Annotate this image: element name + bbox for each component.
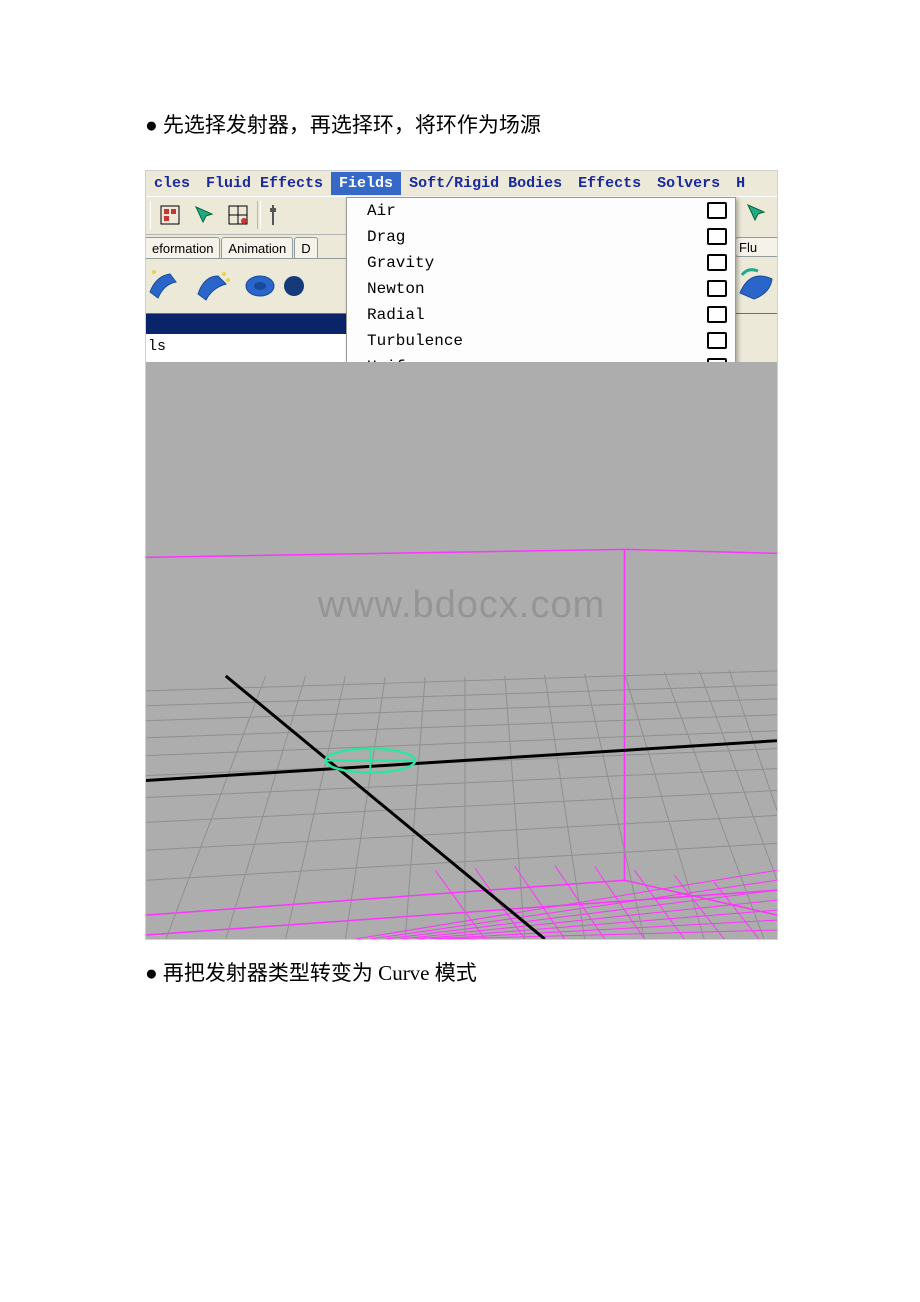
shelf-tabs: eformation Animation D bbox=[146, 235, 346, 259]
menu-item-h[interactable]: H bbox=[728, 172, 753, 195]
goal-shelf-icon[interactable] bbox=[284, 264, 314, 308]
option-box-icon[interactable] bbox=[709, 256, 725, 269]
force-shelf-icon[interactable] bbox=[238, 264, 282, 308]
settings-tool-icon[interactable] bbox=[265, 200, 281, 230]
menu-item-label: Drag bbox=[367, 228, 405, 246]
menu-bar: clesFluid EffectsFieldsSoft/Rigid Bodies… bbox=[146, 171, 777, 197]
fields-menu-item-radial[interactable]: Radial bbox=[347, 302, 735, 328]
instruction-bullet-1: ● 先选择发射器，再选择环，将环作为场源 bbox=[145, 110, 775, 142]
tab-fluids[interactable]: Flu bbox=[735, 237, 777, 257]
command-feedback-area: ls bbox=[146, 334, 346, 362]
menu-item-label: Air bbox=[367, 202, 396, 220]
menu-item-label: Turbulence bbox=[367, 332, 463, 350]
viewport-grid bbox=[146, 362, 777, 939]
toolbar-separator bbox=[150, 201, 151, 229]
menu-item-label: Radial bbox=[367, 306, 425, 324]
watermark-text: www.bdocx.com bbox=[146, 584, 777, 627]
menu-item-solvers[interactable]: Solvers bbox=[649, 172, 728, 195]
emitter2-shelf-icon[interactable] bbox=[192, 264, 236, 308]
viewport-3d[interactable]: www.bdocx.com bbox=[146, 362, 777, 939]
tab-cut-right[interactable]: D bbox=[294, 237, 317, 258]
menu-item-cles[interactable]: cles bbox=[146, 172, 198, 195]
menu-item-fields[interactable]: Fields bbox=[331, 172, 401, 195]
shelf-bar bbox=[146, 259, 346, 314]
selection-header-strip bbox=[146, 314, 346, 334]
option-box-icon[interactable] bbox=[709, 308, 725, 321]
right-toolbar-strip: Flu bbox=[734, 197, 777, 362]
instruction-bullet-2: ● 再把发射器类型转变为 Curve 模式 bbox=[145, 958, 775, 990]
menu-item-fluid-effects[interactable]: Fluid Effects bbox=[198, 172, 331, 195]
emitter-shelf-icon[interactable] bbox=[146, 264, 190, 308]
menu-item-label: Newton bbox=[367, 280, 425, 298]
menu-item-label: Gravity bbox=[367, 254, 434, 272]
option-box-icon[interactable] bbox=[709, 334, 725, 347]
option-box-icon[interactable] bbox=[709, 230, 725, 243]
menu-item-effects[interactable]: Effects bbox=[570, 172, 649, 195]
fluid-shelf-icon[interactable] bbox=[736, 263, 776, 308]
option-box-icon[interactable] bbox=[709, 282, 725, 295]
fields-menu-item-turbulence[interactable]: Turbulence bbox=[347, 328, 735, 354]
select-tool-icon[interactable] bbox=[189, 200, 219, 230]
toolbar-separator bbox=[257, 201, 261, 229]
menu-item-soft-rigid-bodies[interactable]: Soft/Rigid Bodies bbox=[401, 172, 570, 195]
fields-menu-item-gravity[interactable]: Gravity bbox=[347, 250, 735, 276]
layout-grid-icon[interactable] bbox=[223, 200, 253, 230]
select-tool-icon[interactable] bbox=[745, 202, 767, 229]
maya-screenshot: clesFluid EffectsFieldsSoft/Rigid Bodies… bbox=[145, 170, 778, 940]
layout-tool-icon[interactable] bbox=[155, 200, 185, 230]
tab-animation[interactable]: Animation bbox=[221, 237, 293, 258]
tab-deformation[interactable]: eformation bbox=[146, 237, 220, 258]
fields-menu-item-air[interactable]: Air bbox=[347, 198, 735, 224]
fields-menu-item-newton[interactable]: Newton bbox=[347, 276, 735, 302]
option-box-icon[interactable] bbox=[709, 204, 725, 217]
fields-menu-item-drag[interactable]: Drag bbox=[347, 224, 735, 250]
main-toolbar bbox=[146, 197, 346, 235]
